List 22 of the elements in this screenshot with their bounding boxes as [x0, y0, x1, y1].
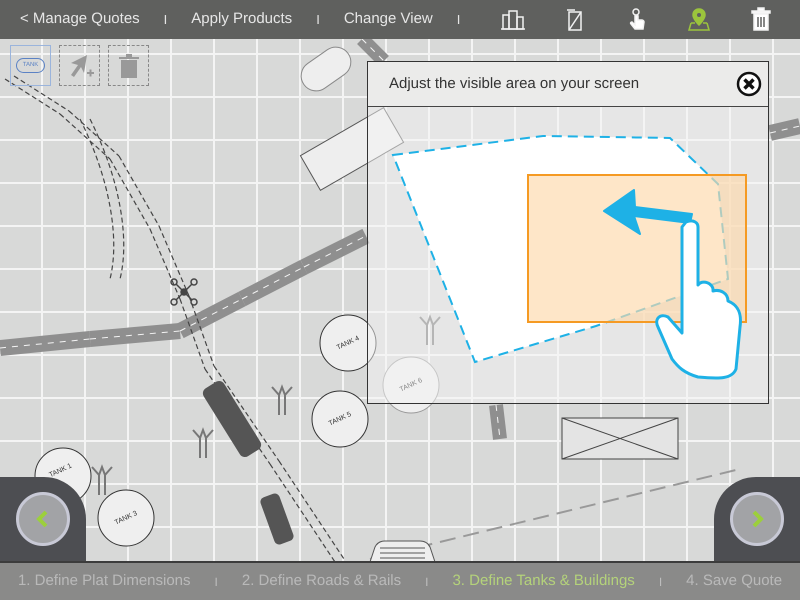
antenna-icon: [91, 464, 113, 496]
antenna-icon: [419, 314, 441, 346]
close-icon: [736, 71, 762, 97]
next-button[interactable]: [714, 477, 800, 561]
antenna-icon: [192, 427, 214, 459]
trash-icon: [118, 54, 140, 78]
dialog-title: Adjust the visible area on your screen: [389, 74, 640, 94]
nav-link[interactable]: Apply Products: [191, 8, 292, 31]
nav-link[interactable]: < Manage Quotes: [20, 8, 140, 31]
nav-link[interactable]: Change View: [344, 8, 433, 31]
antenna-icon: [271, 384, 293, 416]
map-pin-icon: [686, 6, 712, 32]
railway-track: [4, 76, 70, 114]
nav-divider: I: [164, 10, 168, 29]
palette-button[interactable]: [108, 45, 149, 86]
palette-button[interactable]: [59, 45, 100, 86]
toolbar-button[interactable]: [686, 6, 712, 32]
close-button[interactable]: [736, 71, 762, 97]
drone-icon: [170, 278, 198, 306]
nav-divider: I: [316, 10, 320, 29]
nav-divider: I: [456, 10, 460, 29]
previous-button[interactable]: [0, 477, 86, 561]
